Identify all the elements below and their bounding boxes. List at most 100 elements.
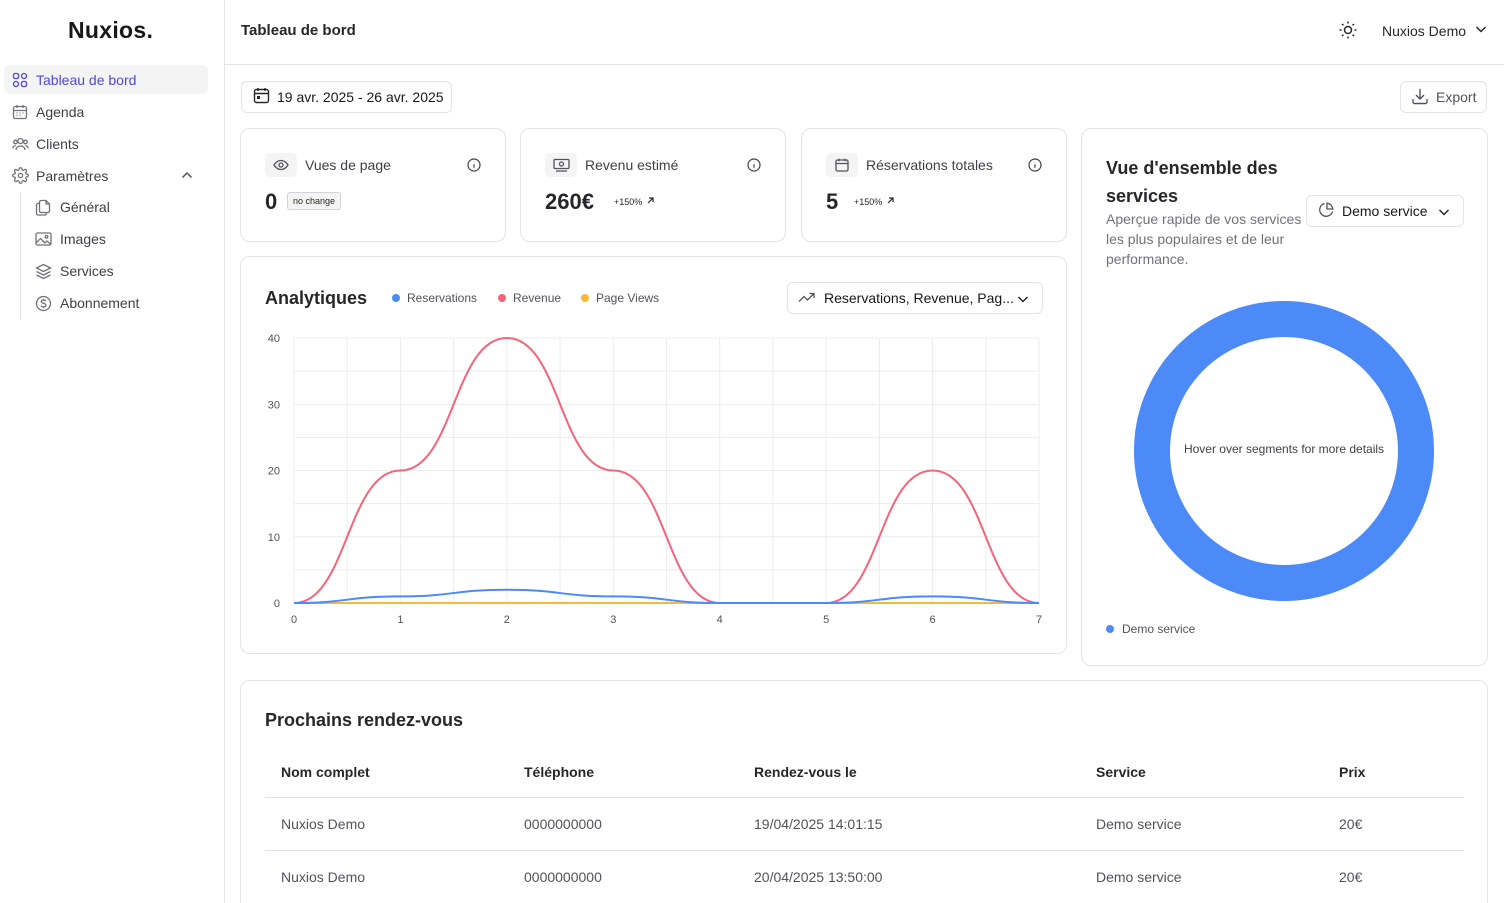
column-header[interactable]: Téléphone [524,746,594,797]
user-name: Nuxios Demo [1382,22,1467,39]
services-overview-card: Vue d'ensemble des services Aperçue rapi… [1081,128,1488,666]
user-menu[interactable]: Nuxios Demo [1382,22,1488,39]
sidebar-item-label: Images [60,231,106,247]
sidebar-item-agenda[interactable]: Agenda [4,97,208,126]
table-cell: Nuxios Demo [281,869,366,885]
status-badge: no change [287,192,342,210]
x-tick-label: 0 [291,614,297,626]
chevron-down-icon [1437,205,1451,222]
y-tick-label: 20 [268,466,280,478]
sidebar-item-label: Abonnement [60,295,140,311]
calendar-icon [253,87,270,107]
table-row[interactable]: Nuxios Demo 0000000000 19/04/2025 14:01:… [265,798,1464,851]
table-cell: 0000000000 [524,869,602,885]
info-icon[interactable] [1028,158,1042,177]
x-tick-label: 3 [610,614,616,626]
change-percent: +150% [614,196,643,207]
table-cell: Demo service [1096,869,1182,885]
stat-change: +150% [854,196,895,207]
subnav-divider [20,192,21,320]
x-tick-label: 7 [1036,614,1042,626]
sidebar-item-settings[interactable]: Paramètres [4,161,208,190]
sun-icon [1338,20,1358,45]
sidebar: Nuxios. Tableau de bord Agenda Clients P… [0,0,225,903]
banknote-icon [545,153,577,177]
stat-card-revenue: Revenu estimé 260€ +150% [520,128,786,242]
y-tick-label: 30 [268,399,280,411]
arrow-up-right-icon [646,196,655,207]
column-header[interactable]: Prix [1339,746,1365,797]
users-icon [11,135,29,153]
stat-card-page-views: Vues de page 0 no change [240,128,506,242]
pie-chart-icon [1318,201,1334,221]
sidebar-item-clients[interactable]: Clients [4,129,208,158]
y-tick-label: 10 [268,532,280,544]
date-range-label: 19 avr. 2025 - 26 avr. 2025 [277,89,444,105]
sidebar-item-services[interactable]: Services [34,258,114,284]
x-tick-label: 6 [930,614,936,626]
gear-icon [11,167,29,185]
layers-icon [34,262,52,280]
calendar-icon [826,153,858,177]
column-header[interactable]: Service [1096,746,1146,797]
dashboard-grid-icon [11,71,29,89]
column-header[interactable]: Nom complet [281,746,370,797]
theme-toggle-button[interactable] [1337,21,1359,43]
stat-card-reservations: Réservations totales 5 +150% [801,128,1067,242]
sidebar-item-label: Services [60,263,114,279]
sidebar-item-label: Paramètres [36,167,109,184]
date-range-picker[interactable]: 19 avr. 2025 - 26 avr. 2025 [241,81,452,113]
info-icon[interactable] [747,158,761,177]
image-icon [34,230,52,248]
appointments-title: Prochains rendez-vous [265,710,464,730]
x-tick-label: 1 [397,614,403,626]
stat-change: +150% [614,196,655,207]
export-button[interactable]: Export [1400,81,1487,113]
service-select-label: Demo service [1342,203,1428,219]
info-icon[interactable] [467,158,481,177]
table-row[interactable]: Nuxios Demo 0000000000 20/04/2025 13:50:… [265,851,1464,903]
app-logo[interactable]: Nuxios. [68,17,153,44]
appointments-card: Prochains rendez-vous Nom complet Téléph… [240,680,1488,903]
sidebar-item-dashboard[interactable]: Tableau de bord [4,65,208,94]
download-icon [1411,87,1429,108]
table-cell: 19/04/2025 14:01:15 [754,816,883,832]
eye-icon [265,153,297,177]
stat-value: 260€ [545,189,594,214]
table-cell: 0000000000 [524,816,602,832]
sidebar-item-images[interactable]: Images [34,226,106,252]
table-cell: Demo service [1096,816,1182,832]
stat-label: Réservations totales [866,157,993,173]
sidebar-item-label: Clients [36,135,79,152]
stat-label: Vues de page [305,157,391,173]
export-label: Export [1436,89,1477,105]
stat-value: 0 [265,189,278,214]
service-select[interactable]: Demo service [1306,195,1464,227]
stat-label: Revenu estimé [585,157,679,173]
sidebar-item-label: Général [60,199,110,215]
chevron-down-icon [1474,22,1488,39]
x-tick-label: 4 [717,614,723,626]
service-legend-item[interactable]: Demo service [1106,622,1195,636]
sidebar-item-subscription[interactable]: Abonnement [34,290,139,316]
x-tick-label: 5 [823,614,829,626]
table-cell: 20€ [1339,816,1363,832]
appointments-table: Nom complet Téléphone Rendez-vous le Ser… [265,746,1464,903]
analytics-card: Analytiques Reservations Revenue Page Vi… [240,256,1067,654]
arrow-up-right-icon [886,196,895,207]
chevron-up-icon[interactable] [180,168,194,185]
y-tick-label: 40 [268,333,280,345]
services-title: Vue d'ensemble des services [1106,158,1278,206]
table-header-row: Nom complet Téléphone Rendez-vous le Ser… [265,746,1464,798]
sidebar-item-general[interactable]: Général [34,194,110,220]
page-title: Tableau de bord [241,22,356,39]
sidebar-item-label: Tableau de bord [36,71,137,88]
stat-value: 5 [826,189,839,214]
table-cell: Nuxios Demo [281,816,366,832]
y-tick-label: 0 [274,598,280,610]
services-description: Aperçue rapide de vos services les plus … [1106,211,1302,267]
column-header[interactable]: Rendez-vous le [754,746,857,797]
table-cell: 20/04/2025 13:50:00 [754,869,883,885]
analytics-line-chart: 0 10 20 30 40 0 1 2 3 4 5 6 7 [268,333,1042,626]
legend-dot [1106,625,1114,633]
